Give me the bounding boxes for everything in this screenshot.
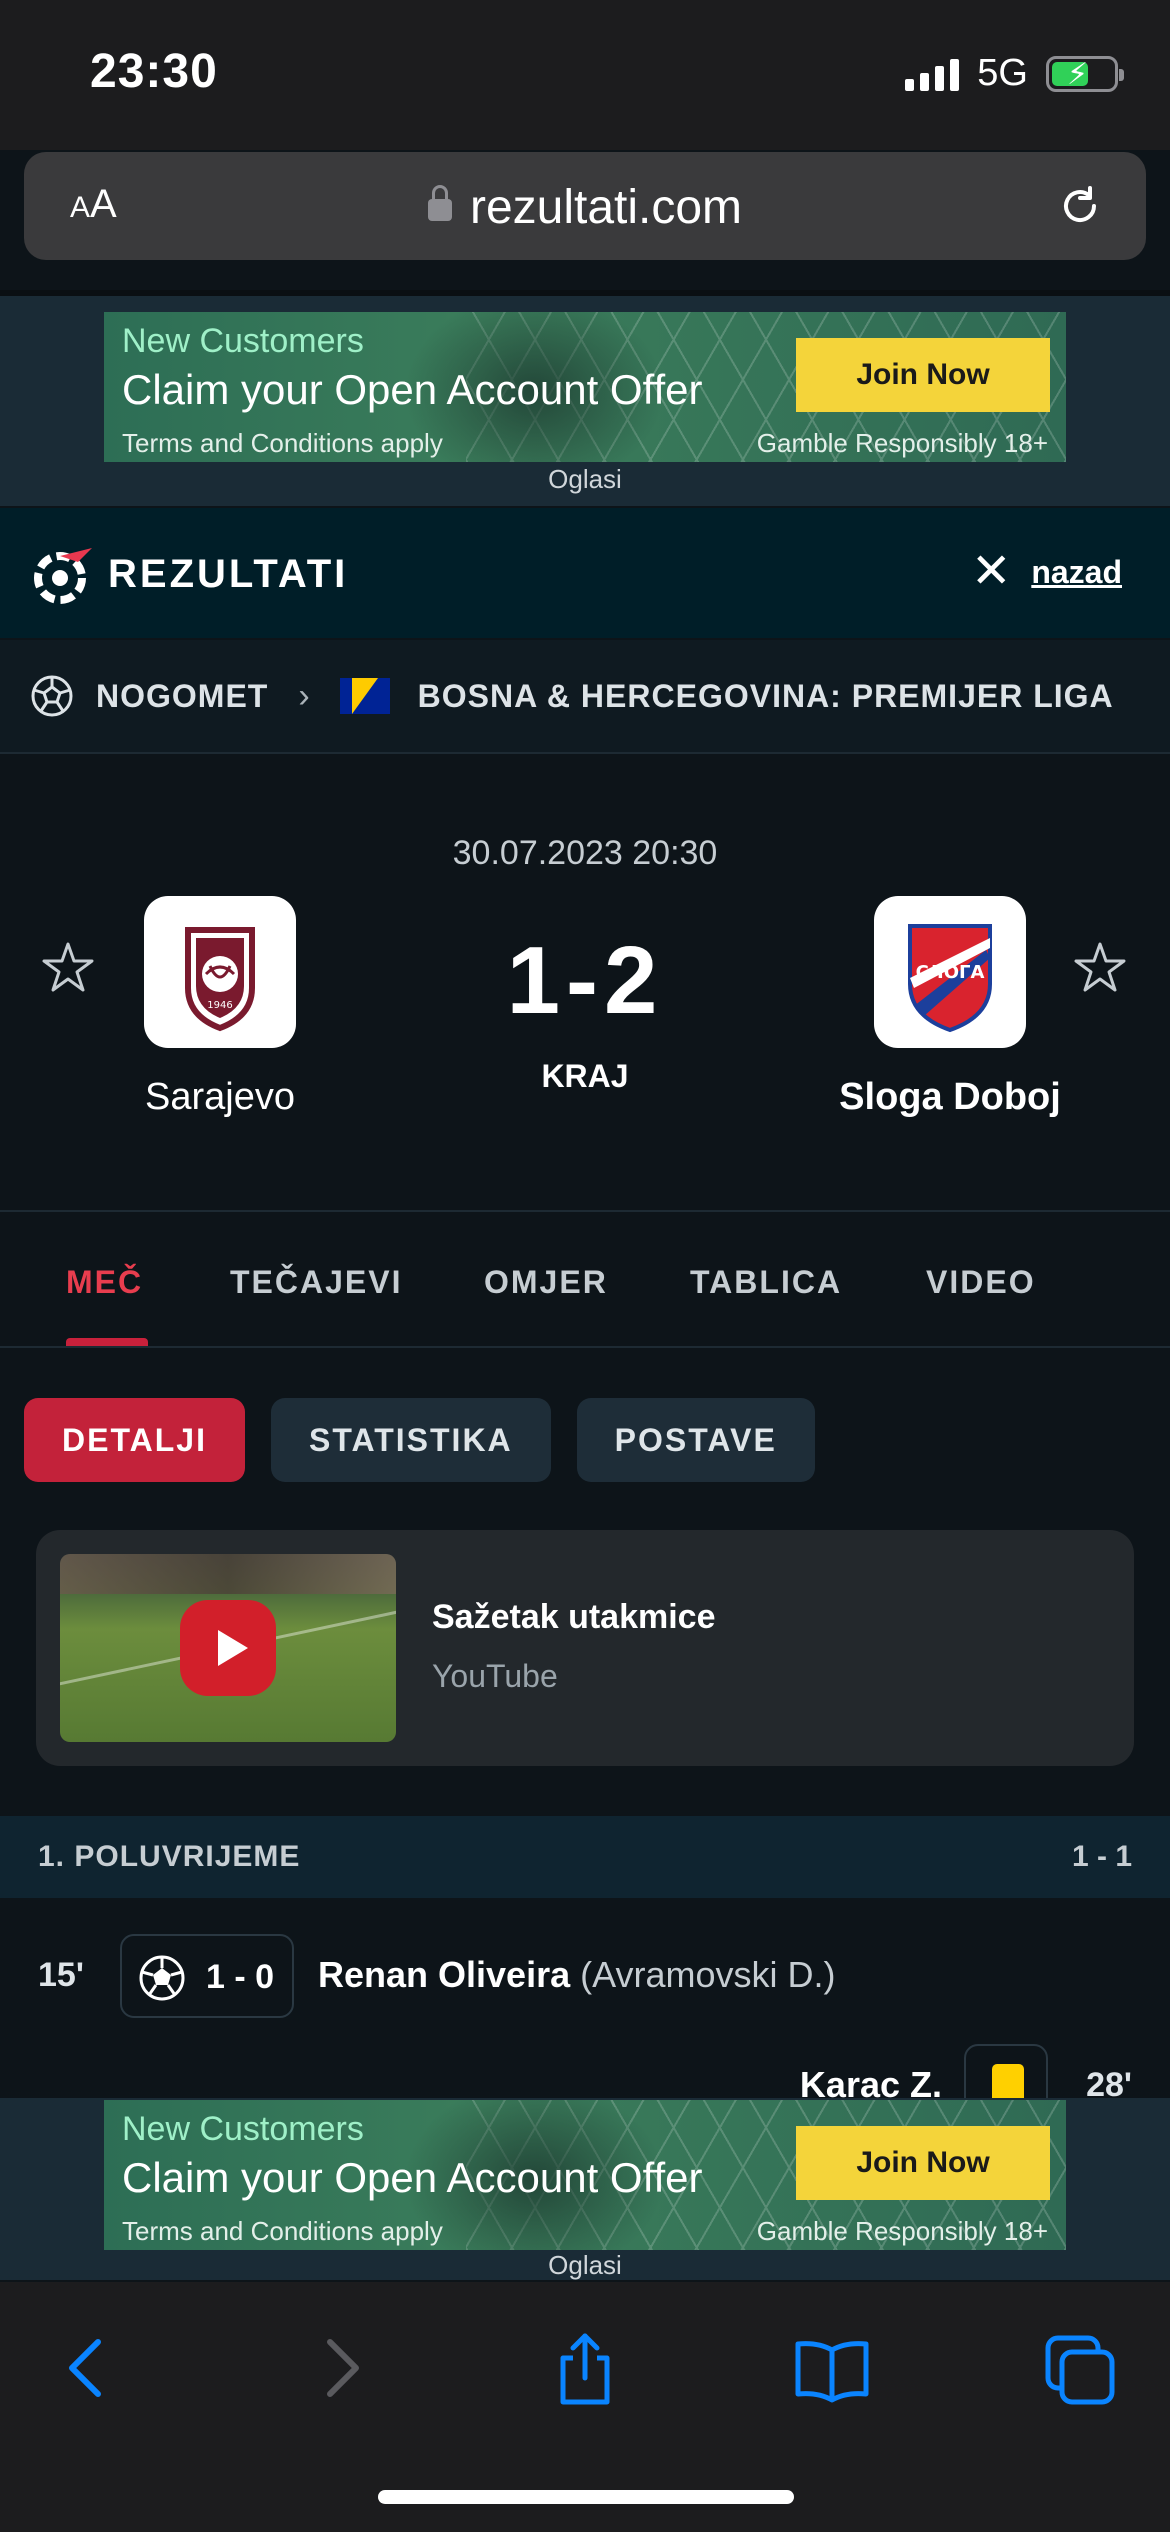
subtab-statistika[interactable]: STATISTIKA xyxy=(270,1398,551,1482)
svg-text:СЛОГА: СЛОГА xyxy=(916,962,985,983)
logo[interactable]: REZULTATI xyxy=(30,542,348,606)
home-indicator xyxy=(378,2490,794,2504)
play-icon[interactable] xyxy=(180,1600,276,1696)
goal-score: 1 - 0 xyxy=(206,1958,275,1996)
tab-video[interactable]: VIDEO xyxy=(926,1264,1036,1301)
soccer-ball-icon xyxy=(139,1955,185,2001)
match-tabs: MEČ TEČAJEVI OMJER TABLICA VIDEO xyxy=(0,1214,1170,1348)
active-tab-indicator xyxy=(66,1338,148,1346)
tab-mec[interactable]: MEČ xyxy=(66,1264,143,1301)
breadcrumb-league[interactable]: BOSNA & HERCEGOVINA: PREMIJER LIGA xyxy=(418,678,1114,715)
lock-icon xyxy=(427,185,452,222)
away-team-name[interactable]: Sloga Doboj xyxy=(800,1076,1100,1119)
star-icon-away[interactable] xyxy=(1072,940,1128,996)
event-player[interactable]: Renan Oliveira (Avramovski D.) xyxy=(318,1954,835,1996)
breadcrumb-sport[interactable]: NOGOMET xyxy=(96,678,268,715)
logo-icon xyxy=(34,548,92,604)
status-bar: 23:30 5G ⚡ xyxy=(0,0,1170,150)
bottom-ad-banner[interactable]: New Customers Claim your Open Account Of… xyxy=(104,2100,1066,2250)
close-icon: ✕ xyxy=(971,545,1012,598)
event-minute: 15' xyxy=(38,1956,84,1994)
match-date: 30.07.2023 20:30 xyxy=(452,834,718,872)
video-title: Sažetak utakmice xyxy=(432,1598,716,1636)
subtab-detalji[interactable]: DETALJI xyxy=(24,1398,245,1482)
tab-omjer[interactable]: OMJER xyxy=(484,1264,608,1301)
top-ad-banner[interactable]: New Customers Claim your Open Account Of… xyxy=(104,312,1066,462)
join-now-button[interactable]: Join Now xyxy=(796,2126,1050,2200)
soccer-ball-icon xyxy=(31,675,73,717)
forward-arrow-icon[interactable] xyxy=(300,2328,380,2408)
back-button[interactable]: ✕ nazad xyxy=(971,545,1122,598)
url-text[interactable]: rezultati.com xyxy=(24,180,1146,235)
bosnia-flag-icon xyxy=(339,678,390,714)
join-now-button[interactable]: Join Now xyxy=(796,338,1050,412)
breadcrumb: NOGOMET › BOSNA & HERCEGOVINA: PREMIJER … xyxy=(0,640,1170,754)
match-header: 30.07.2023 20:30 1946 Sarajevo 1-2 KRAJ … xyxy=(0,756,1170,1212)
event-assist: (Avramovski D.) xyxy=(580,1954,836,1995)
chevron-right-icon: › xyxy=(298,676,310,715)
half-header: 1. POLUVRIJEME 1 - 1 xyxy=(0,1816,1170,1898)
share-icon[interactable] xyxy=(545,2328,625,2408)
subtabs: DETALJI STATISTIKA POSTAVE xyxy=(24,1398,815,1482)
status-icons: 5G ⚡ xyxy=(905,52,1124,95)
tab-tecajevi[interactable]: TEČAJEVI xyxy=(230,1264,402,1301)
video-source: YouTube xyxy=(432,1658,558,1694)
half-label: 1. POLUVRIJEME xyxy=(38,1840,301,1873)
tabs-icon[interactable] xyxy=(1040,2328,1120,2408)
away-team-logo[interactable]: СЛОГА xyxy=(874,896,1026,1048)
signal-icon xyxy=(905,57,960,91)
ad-label: Oglasi xyxy=(548,464,622,494)
bookmarks-icon[interactable] xyxy=(792,2328,872,2408)
tab-tablica[interactable]: TABLICA xyxy=(690,1264,842,1301)
battery-icon: ⚡ xyxy=(1046,55,1124,92)
subtab-postave[interactable]: POSTAVE xyxy=(576,1398,815,1482)
goal-badge: 1 - 0 xyxy=(120,1934,294,2018)
video-highlight-card[interactable]: Sažetak utakmice YouTube xyxy=(36,1530,1134,1766)
half-score: 1 - 1 xyxy=(1071,1840,1132,1873)
bottom-ad-container: New Customers Claim your Open Account Of… xyxy=(0,2098,1170,2280)
top-ad-container: New Customers Claim your Open Account Of… xyxy=(0,296,1170,506)
clock: 23:30 xyxy=(90,45,218,98)
event-row: 15' 1 - 0 Renan Oliveira (Avramovski D.) xyxy=(0,1934,1170,2044)
video-thumbnail[interactable] xyxy=(60,1554,396,1742)
reload-icon[interactable] xyxy=(1056,182,1104,230)
url-bar[interactable]: AA rezultati.com xyxy=(24,152,1146,260)
network-label: 5G xyxy=(977,52,1028,94)
ad-label: Oglasi xyxy=(548,2250,622,2280)
back-arrow-icon[interactable] xyxy=(48,2328,128,2408)
site-header: REZULTATI ✕ nazad xyxy=(0,508,1170,638)
